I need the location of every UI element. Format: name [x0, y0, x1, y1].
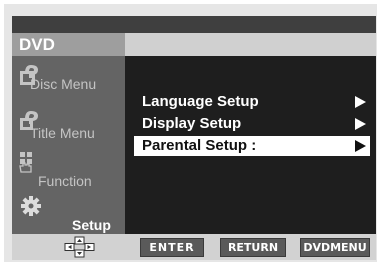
hand-icon — [17, 151, 39, 173]
sidebar-item-title-menu[interactable]: Title Menu — [12, 101, 125, 145]
menu-item-label: Language Setup — [142, 93, 259, 110]
menu-item-parental-setup[interactable]: Parental Setup : — [134, 136, 370, 156]
sidebar-item-disc-menu[interactable]: Disc Menu — [12, 56, 125, 100]
menu-item-label: Parental Setup : — [142, 137, 257, 154]
sidebar: Disc Menu Title Menu Function Setup — [12, 56, 125, 234]
arrow-right-icon — [355, 96, 366, 108]
sidebar-item-setup[interactable]: Setup — [12, 190, 125, 234]
menu-item-label: Display Setup — [142, 115, 242, 132]
sidebar-item-label: Function — [38, 173, 92, 189]
osd-screen: DVD Disc Menu Title Menu Function Setup … — [12, 16, 376, 260]
page-title: DVD — [19, 35, 55, 54]
dvdmenu-button[interactable]: DVDMENU — [300, 238, 370, 257]
arrow-right-icon — [355, 118, 366, 130]
dpad-icon — [62, 236, 98, 258]
arrow-right-icon — [355, 140, 366, 152]
sidebar-item-label: Setup — [72, 217, 111, 233]
enter-button[interactable]: ENTER — [140, 238, 204, 257]
tv-frame: DVD Disc Menu Title Menu Function Setup … — [4, 4, 377, 262]
return-button[interactable]: RETURN — [220, 238, 286, 257]
menu-item-language-setup[interactable]: Language Setup — [134, 92, 370, 112]
main-panel: Language Setup Display Setup Parental Se… — [125, 56, 376, 234]
sidebar-item-label: Title Menu — [30, 125, 95, 141]
sidebar-item-label: Disc Menu — [30, 76, 97, 92]
gear-icon — [20, 195, 42, 217]
menu-item-display-setup[interactable]: Display Setup — [134, 114, 370, 134]
bottom-bar: ENTER RETURN DVDMENU — [12, 234, 376, 260]
sidebar-item-function[interactable]: Function — [12, 146, 125, 190]
